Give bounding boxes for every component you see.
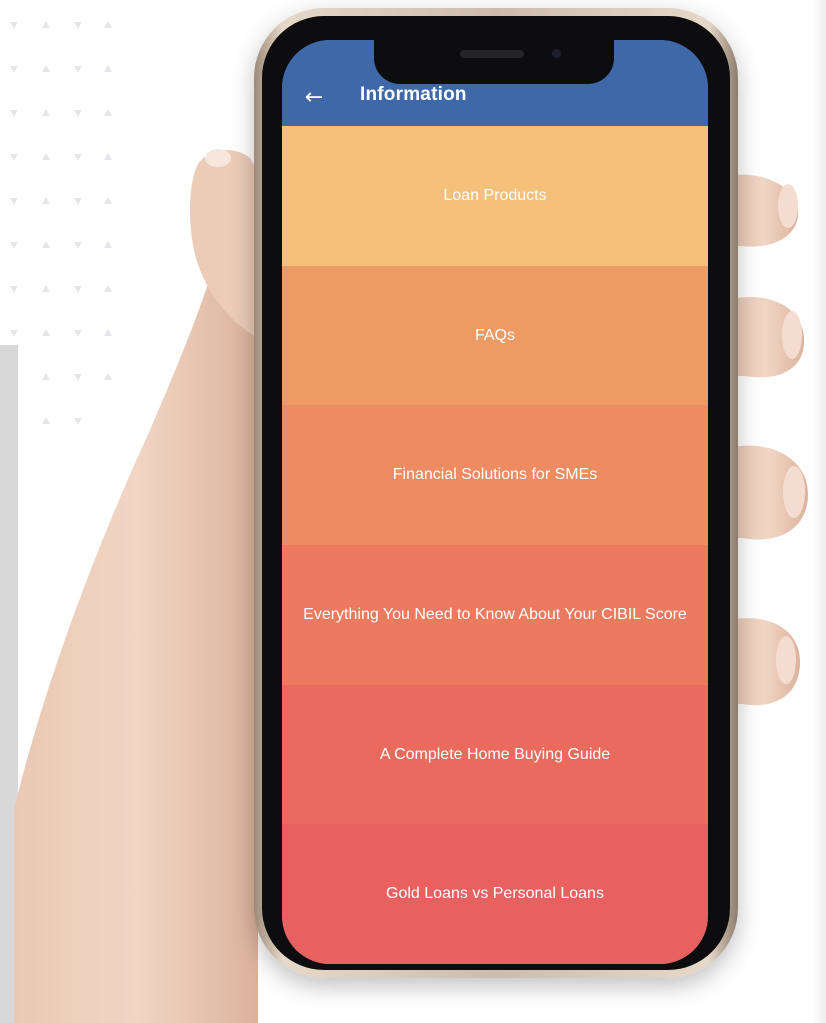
phone-screen: ← Information Loan Products FAQs Financi…: [282, 40, 708, 964]
page-title: Information: [360, 84, 467, 105]
menu-item-home-buying-guide[interactable]: A Complete Home Buying Guide: [282, 684, 708, 825]
menu-item-loan-products[interactable]: Loan Products: [282, 126, 708, 266]
phone-frame: ← Information Loan Products FAQs Financi…: [254, 8, 738, 978]
menu-item-gold-vs-personal-loans[interactable]: Gold Loans vs Personal Loans: [282, 824, 708, 964]
phone-notch: [374, 40, 614, 84]
menu-item-financial-solutions-smes[interactable]: Financial Solutions for SMEs: [282, 405, 708, 546]
menu-item-faqs[interactable]: FAQs: [282, 265, 708, 406]
speaker-grille: [460, 50, 524, 58]
phone-bezel: ← Information Loan Products FAQs Financi…: [262, 16, 730, 970]
info-menu: Loan Products FAQs Financial Solutions f…: [282, 126, 708, 964]
menu-item-cibil-score[interactable]: Everything You Need to Know About Your C…: [282, 545, 708, 685]
front-camera: [552, 49, 561, 58]
arrow-left-icon[interactable]: ←: [296, 82, 332, 114]
